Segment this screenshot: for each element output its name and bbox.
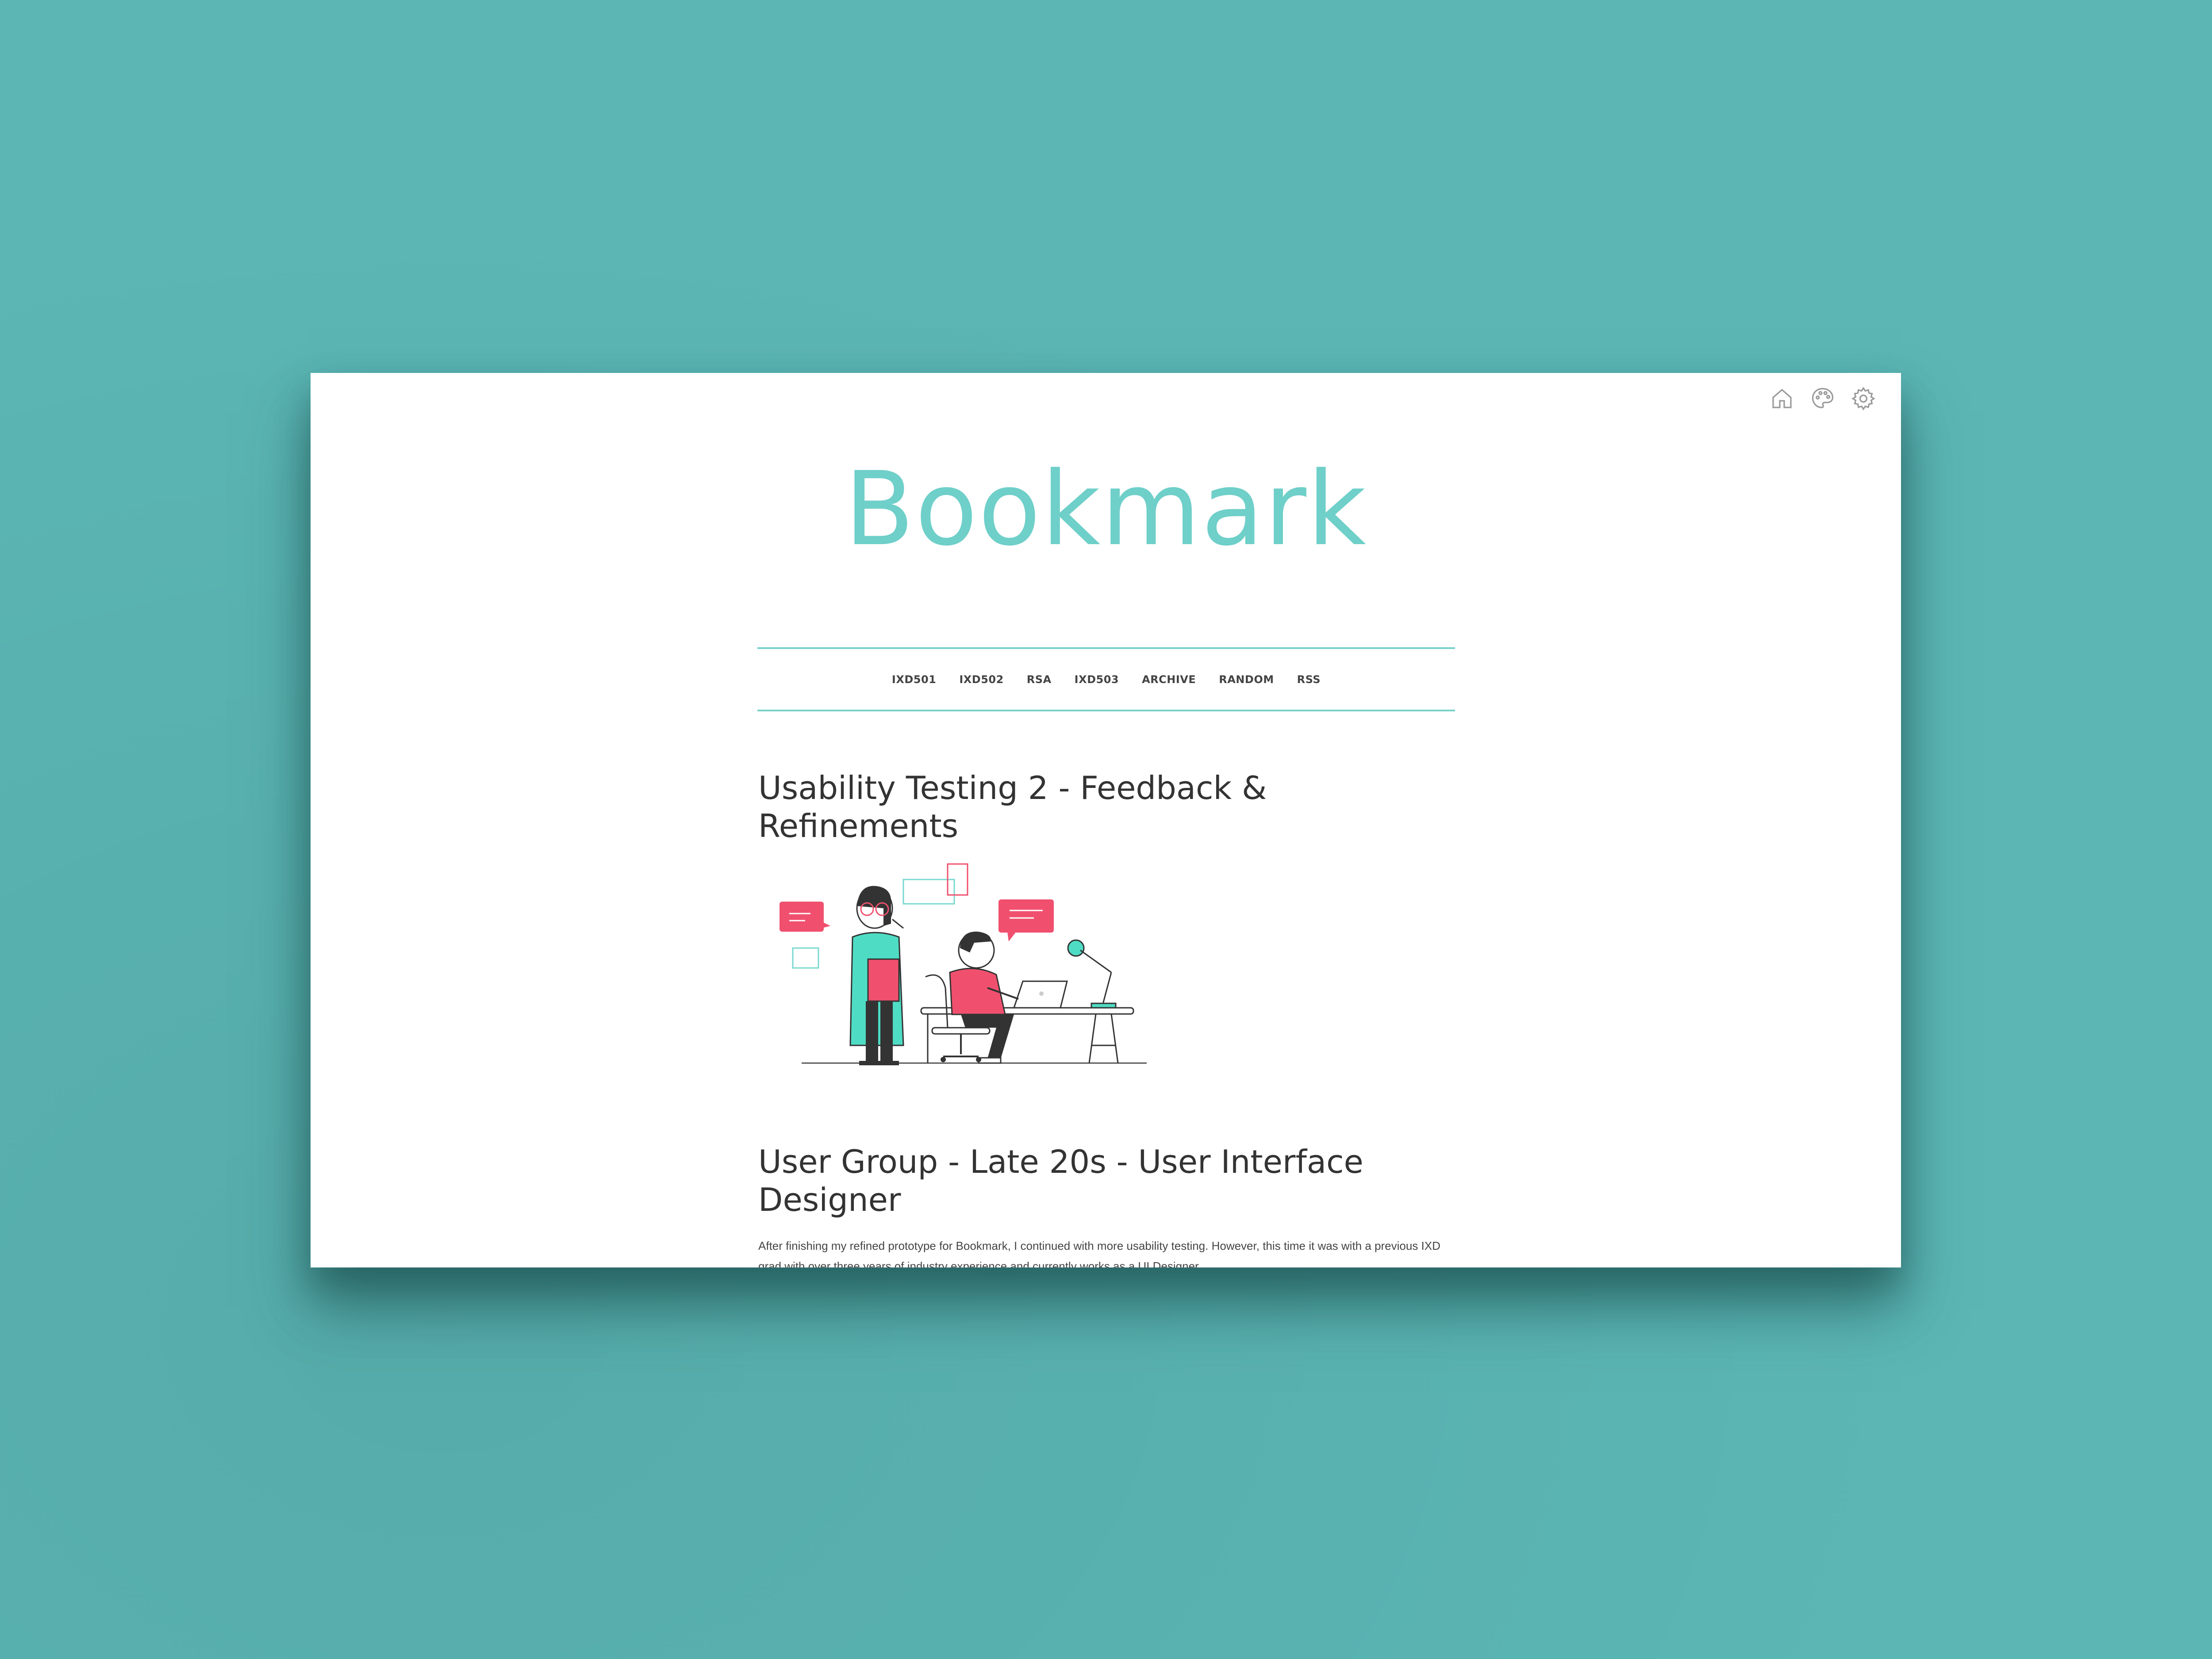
- nav-item-rsa[interactable]: RSA: [1027, 673, 1052, 686]
- nav-item-ixd502[interactable]: IXD502: [959, 673, 1003, 686]
- blog-logo[interactable]: Bookmark: [311, 450, 1901, 568]
- main-navigation: IXD501 IXD502 RSA IXD503 ARCHIVE RANDOM …: [757, 647, 1455, 711]
- nav-item-ixd501[interactable]: IXD501: [892, 673, 936, 686]
- nav-item-archive[interactable]: ARCHIVE: [1142, 673, 1196, 686]
- section-heading: User Group - Late 20s - User Interface D…: [758, 1143, 1363, 1218]
- top-icon-bar: [1769, 385, 1877, 412]
- nav-item-rss[interactable]: RSS: [1297, 673, 1321, 686]
- nav-item-ixd503[interactable]: IXD503: [1075, 673, 1119, 686]
- post-body-text: After finishing my refined prototype for…: [758, 1239, 1440, 1267]
- nav-item-random[interactable]: RANDOM: [1219, 673, 1274, 686]
- home-icon[interactable]: [1769, 385, 1795, 412]
- usability-testing-illustration: [780, 863, 1147, 1065]
- gear-icon[interactable]: [1850, 385, 1877, 412]
- palette-icon[interactable]: [1809, 385, 1836, 412]
- browser-page: Bookmark IXD501 IXD502 RSA IXD503 ARCHIV…: [311, 373, 1901, 1267]
- blog-title[interactable]: Bookmark: [845, 450, 1367, 568]
- post-title[interactable]: Usability Testing 2 - Feedback & Refinem…: [758, 769, 1422, 845]
